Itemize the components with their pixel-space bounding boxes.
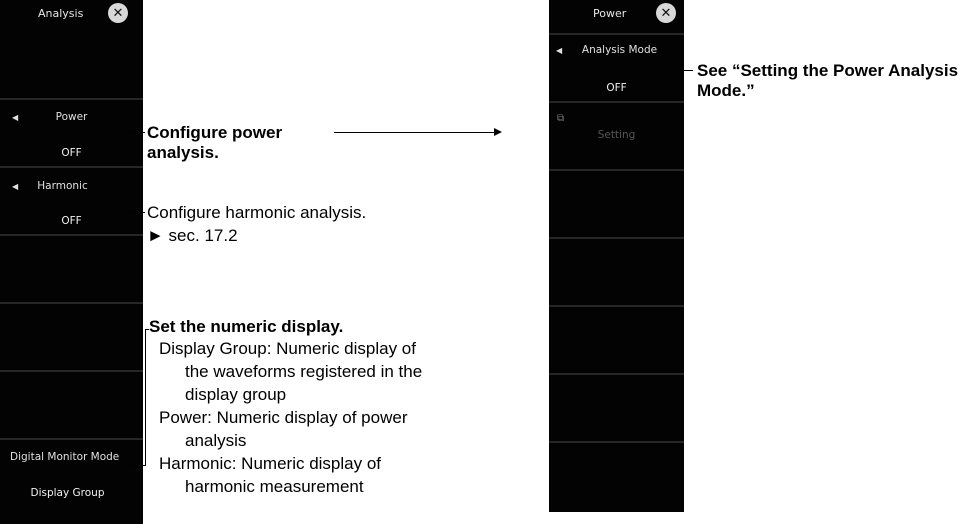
power-value: OFF	[61, 147, 82, 159]
divider	[549, 305, 684, 307]
digital-monitor-mode-value: Display Group	[30, 487, 105, 499]
numeric-line: Display Group: Numeric display of	[159, 339, 416, 358]
harmonic-leader-line	[131, 212, 145, 213]
setting-item[interactable]: ⧉ Setting	[549, 103, 684, 169]
divider	[0, 302, 143, 304]
analysis-panel: Analysis ✕ ◀ Power OFF ◀ Harmonic OFF Di…	[0, 0, 143, 524]
see-power-mode-annotation: See “Setting the Power Analysis Mode.”	[697, 61, 959, 100]
analysis-mode-item[interactable]: ◀ Analysis Mode OFF	[549, 35, 684, 101]
numeric-bracket-line	[145, 329, 146, 465]
divider	[0, 370, 143, 372]
power-panel: Power ✕ ◀ Analysis Mode OFF ⧉ Setting	[549, 0, 684, 512]
power-annotation: Configure power analysis.	[147, 123, 283, 162]
power-arrow-line	[334, 132, 494, 133]
divider	[549, 373, 684, 375]
numeric-line: display group	[185, 385, 287, 404]
power-label: Power	[55, 111, 88, 123]
divider	[549, 169, 684, 171]
setting-icon: ⧉	[557, 113, 565, 124]
digital-monitor-mode-item[interactable]: Digital Monitor Mode Display Group	[0, 440, 143, 524]
power-panel-header: Power ✕	[549, 0, 684, 30]
see-leader-line	[677, 70, 693, 71]
harmonic-annotation: Configure harmonic analysis.	[147, 203, 367, 222]
numeric-line: analysis	[185, 431, 247, 450]
divider	[0, 234, 143, 236]
divider	[549, 237, 684, 239]
analysis-panel-title: Analysis	[38, 7, 84, 20]
numeric-line: harmonic measurement	[185, 477, 364, 496]
harmonic-section-ref: ► sec. 17.2	[147, 226, 238, 245]
numeric-line: the waveforms registered in the	[185, 362, 423, 381]
power-arrowhead	[494, 128, 502, 136]
close-icon[interactable]: ✕	[108, 3, 128, 23]
power-leader-line	[131, 132, 145, 133]
power-panel-title: Power	[593, 7, 627, 20]
divider	[549, 441, 684, 443]
harmonic-value: OFF	[61, 215, 82, 227]
numeric-line: Harmonic: Numeric display of	[159, 454, 382, 473]
setting-label: Setting	[597, 129, 636, 141]
numeric-bracket-bottom	[131, 465, 146, 466]
analysis-mode-value: OFF	[606, 82, 627, 94]
power-menu-item[interactable]: ◀ Power OFF	[0, 100, 143, 166]
analysis-panel-header: Analysis ✕	[0, 0, 143, 30]
numeric-line: Power: Numeric display of power	[159, 408, 408, 427]
harmonic-menu-item[interactable]: ◀ Harmonic OFF	[0, 168, 143, 234]
analysis-mode-label: Analysis Mode	[581, 44, 658, 56]
close-icon[interactable]: ✕	[656, 3, 676, 23]
numeric-display-title: Set the numeric display.	[149, 317, 344, 336]
harmonic-label: Harmonic	[37, 180, 88, 192]
digital-monitor-mode-label: Digital Monitor Mode	[10, 451, 120, 463]
